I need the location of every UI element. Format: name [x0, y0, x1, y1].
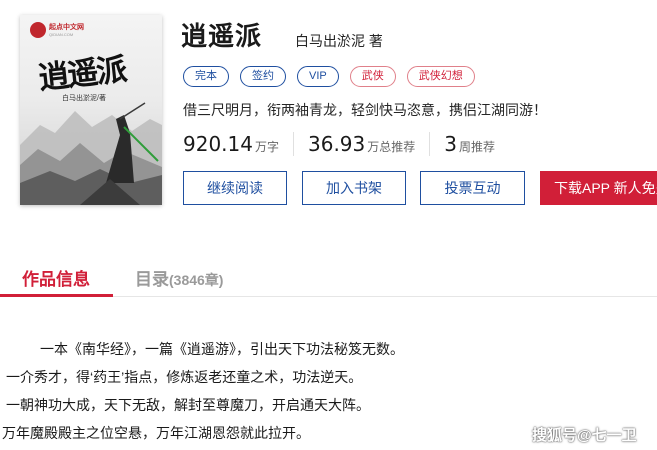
stat-value: 36.93 — [308, 132, 366, 156]
stat-value: 920.14 — [183, 132, 253, 156]
tab-catalog-count: (3846章) — [169, 272, 224, 288]
add-to-shelf-button[interactable]: 加入书架 — [302, 171, 406, 205]
tag-status: 完本 — [183, 66, 229, 87]
cover-logo-name: 起点中文网 — [49, 23, 84, 31]
download-app-button[interactable]: 下载APP 新人免费 — [540, 171, 657, 205]
stat-unit: 万总推荐 — [367, 140, 416, 154]
book-author[interactable]: 白马出淤泥 著 — [295, 31, 383, 51]
description-line: 一朝神功大成，天下无敌，解封至尊魔刀，开启通天大阵。 — [6, 397, 370, 413]
vote-button[interactable]: 投票互动 — [420, 171, 525, 205]
detail-tabs: 作品信息 目录(3846章) — [0, 252, 657, 297]
stat-word-count: 920.14 万字 — [183, 132, 293, 156]
book-tags: 完本 签约 VIP 武侠 武侠幻想 — [183, 66, 475, 87]
tab-active-indicator — [0, 294, 113, 297]
tab-catalog-label: 目录 — [135, 270, 169, 289]
tag-vip: VIP — [297, 66, 339, 87]
tab-book-info[interactable]: 作品信息 — [22, 265, 90, 290]
stat-unit: 万字 — [254, 140, 279, 154]
tab-catalog[interactable]: 目录(3846章) — [135, 265, 223, 290]
description-line: 一本《南华经》，一篇《逍遥游》，引出天下功法秘笈无数。 — [40, 341, 404, 357]
stat-unit: 周推荐 — [459, 140, 496, 154]
continue-reading-button[interactable]: 继续阅读 — [183, 171, 287, 205]
book-intro: 借三尺明月，衔两袖青龙，轻剑快马恣意，携侣江湖同游！ — [183, 102, 547, 118]
book-title: 逍遥派 — [181, 21, 263, 51]
cover-logo: 起点中文网 QIDIAN.COM — [30, 22, 84, 44]
description-line: 万年魔殿殿主之位空悬，万年江湖恩怨就此拉开。 — [2, 425, 310, 441]
stat-total-recommend: 36.93 万总推荐 — [293, 132, 429, 156]
stat-value: 3 — [444, 132, 458, 156]
book-cover[interactable]: 起点中文网 QIDIAN.COM 逍遥派 白马出淤泥/著 — [20, 15, 162, 205]
stat-weekly-recommend: 3 周推荐 — [429, 132, 509, 156]
book-stats: 920.14 万字 36.93 万总推荐 3 周推荐 — [183, 132, 509, 156]
watermark: 搜狐号@七一卫 — [532, 427, 637, 444]
tag-signed: 签约 — [240, 66, 286, 87]
cover-logo-seal-icon — [30, 22, 46, 38]
description-line: 一介秀才，得‘药王’指点，修炼返老还童之术，功法逆天。 — [6, 369, 363, 385]
tag-subgenre[interactable]: 武侠幻想 — [406, 66, 475, 87]
cover-logo-sub: QIDIAN.COM — [49, 32, 74, 37]
tag-genre[interactable]: 武侠 — [349, 66, 396, 87]
cover-author: 白马出淤泥/著 — [62, 95, 106, 102]
